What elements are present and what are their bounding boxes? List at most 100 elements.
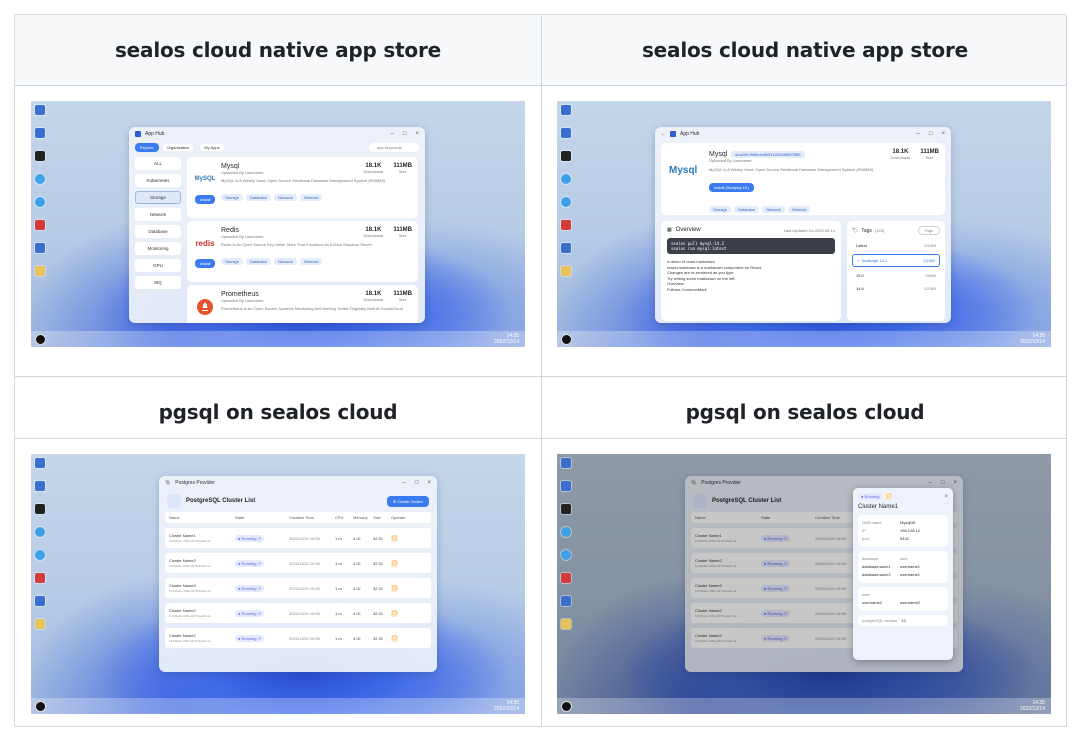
app-icon[interactable]: [35, 550, 45, 560]
category-item[interactable]: Storage: [135, 191, 181, 204]
desktop-dock: [559, 458, 573, 629]
table-row[interactable]: Cluster Name2 12345abc-345a-4678-9def0-4a…: [165, 603, 431, 623]
category-item[interactable]: Kubernetes: [135, 174, 181, 187]
close-icon[interactable]: ×: [427, 480, 431, 486]
overview-card: ▦ Overview Last Updated On 2022.08.14 seal…: [661, 221, 841, 321]
app-icon[interactable]: [35, 527, 45, 537]
app-icon[interactable]: [561, 550, 571, 560]
cluster-detail-drawer: ● Running ▢ × Cluster Name1 DNS name Mysql0…: [853, 488, 953, 660]
folder-icon[interactable]: [561, 619, 571, 629]
prometheus-logo-icon: [195, 297, 215, 317]
window-title: Postgres Provider: [175, 480, 215, 486]
folder-icon[interactable]: [35, 266, 45, 276]
app-icon[interactable]: [561, 105, 571, 115]
version-item[interactable]: 15.0 56MB: [852, 271, 940, 280]
delete-icon[interactable]: ▢: [391, 609, 398, 617]
tag: Network: [787, 206, 811, 213]
app-icon[interactable]: [35, 197, 45, 207]
category-item[interactable]: GPU: [135, 259, 181, 272]
close-icon[interactable]: ×: [415, 131, 419, 137]
install-button[interactable]: Install (Sealpkg:15.): [709, 183, 755, 192]
app-icon[interactable]: [35, 481, 45, 491]
minimize-icon[interactable]: –: [391, 131, 394, 137]
sealos-logo-icon[interactable]: [35, 334, 46, 345]
app-icon[interactable]: [561, 128, 571, 138]
terminal-icon[interactable]: [561, 151, 571, 161]
table-row[interactable]: Cluster Name1 12345abc-345a-4678-9def0-4a…: [165, 528, 431, 548]
minimize-icon[interactable]: –: [917, 131, 920, 137]
app-icon[interactable]: [35, 573, 45, 583]
maximize-icon[interactable]: □: [941, 480, 945, 486]
app-icon[interactable]: [35, 220, 45, 230]
maximize-icon[interactable]: □: [403, 131, 407, 137]
version-item[interactable]: 14.6 111MB: [852, 284, 940, 293]
maximize-icon[interactable]: □: [415, 480, 419, 486]
back-arrow-icon[interactable]: ←: [661, 131, 666, 137]
app-icon[interactable]: [35, 105, 45, 115]
caption-top-left: sealos cloud native app store: [15, 15, 541, 85]
app-icon[interactable]: [561, 174, 571, 184]
table-row[interactable]: Cluster Name3 12345abc-345a-4678-9def0-4a…: [165, 578, 431, 598]
app-icon[interactable]: [561, 527, 571, 537]
delete-icon[interactable]: ▢: [391, 559, 398, 567]
taskbar: 14:35 2022/12/14: [31, 698, 525, 714]
minimize-icon[interactable]: –: [929, 480, 932, 486]
tab-explore[interactable]: Explore: [135, 142, 159, 152]
table-row[interactable]: Cluster Name2 12345abc-345a-4678-9def0-4a…: [165, 553, 431, 573]
close-icon[interactable]: ×: [953, 480, 957, 486]
install-button[interactable]: Install: [195, 259, 216, 268]
terminal-icon[interactable]: [561, 504, 571, 514]
app-icon[interactable]: [35, 458, 45, 468]
sealos-logo-icon[interactable]: [35, 701, 46, 712]
app-icon[interactable]: [561, 220, 571, 230]
create-cluster-button[interactable]: ⊕ Create Cluster: [386, 495, 429, 507]
clock: 14:35 2022/12/14: [493, 333, 519, 345]
tab-my-apps[interactable]: My Apps: [200, 143, 224, 151]
sealos-logo-icon[interactable]: [561, 334, 572, 345]
category-item[interactable]: Database: [135, 225, 181, 238]
app-icon[interactable]: [35, 243, 45, 253]
version-item[interactable]: Latest 111MB: [852, 241, 940, 250]
close-icon[interactable]: ×: [941, 131, 945, 137]
delete-icon[interactable]: ▢: [391, 634, 398, 642]
terminal-icon[interactable]: [35, 151, 45, 161]
delete-icon[interactable]: ▢: [391, 584, 398, 592]
folder-icon[interactable]: [561, 266, 571, 276]
install-button[interactable]: Install: [195, 195, 216, 204]
app-card-mysql[interactable]: MySQL Install Mysql Uploaded By Username M…: [187, 157, 418, 218]
app-icon[interactable]: [35, 596, 45, 606]
app-stats: 18.1K Downloads 111MB Size: [363, 163, 412, 174]
table-row[interactable]: Cluster Name2 12345abc-345a-4678-9def0-4a…: [165, 628, 431, 648]
delete-icon[interactable]: ▢: [885, 493, 893, 500]
category-item[interactable]: Network: [135, 208, 181, 221]
app-icon[interactable]: [561, 197, 571, 207]
version-item-selected[interactable]: ✓ Sealkage 13.1 111MB: [852, 254, 940, 267]
app-icon[interactable]: [561, 596, 571, 606]
app-icon[interactable]: [561, 243, 571, 253]
app-icon[interactable]: [35, 128, 45, 138]
app-icon[interactable]: [561, 481, 571, 491]
tab-organization[interactable]: Organization: [162, 143, 194, 151]
terminal-icon[interactable]: [35, 504, 45, 514]
category-item[interactable]: MQ: [135, 276, 181, 289]
app-description: MySQL Is A Widely Used, Open Source Rela…: [709, 167, 874, 172]
category-item[interactable]: Monitoring: [135, 242, 181, 255]
caption-bottom-left: pgsql on sealos cloud: [15, 377, 541, 447]
app-icon[interactable]: [35, 174, 45, 184]
apphub-window: App Hub – □ × Explore Organization My Apps …: [129, 127, 425, 323]
app-card-redis[interactable]: redis Install Redis Uploaded By Username R…: [187, 221, 418, 282]
folder-icon[interactable]: [35, 619, 45, 629]
minimize-icon[interactable]: –: [403, 480, 406, 486]
tags-search-input[interactable]: Tags: [917, 226, 940, 235]
sealos-logo-icon[interactable]: [561, 701, 572, 712]
app-card-prometheus[interactable]: Prometheus Uploaded By Username Prometheus…: [187, 285, 418, 323]
delete-icon[interactable]: ▢: [391, 534, 398, 542]
app-icon[interactable]: [561, 573, 571, 583]
tag: Network: [762, 206, 785, 213]
app-icon[interactable]: [561, 458, 571, 468]
search-input[interactable]: app keywords: [369, 142, 419, 152]
close-icon[interactable]: ×: [944, 494, 948, 500]
grid-divider: [15, 85, 1066, 86]
category-item[interactable]: ALL: [135, 157, 181, 170]
maximize-icon[interactable]: □: [929, 131, 933, 137]
